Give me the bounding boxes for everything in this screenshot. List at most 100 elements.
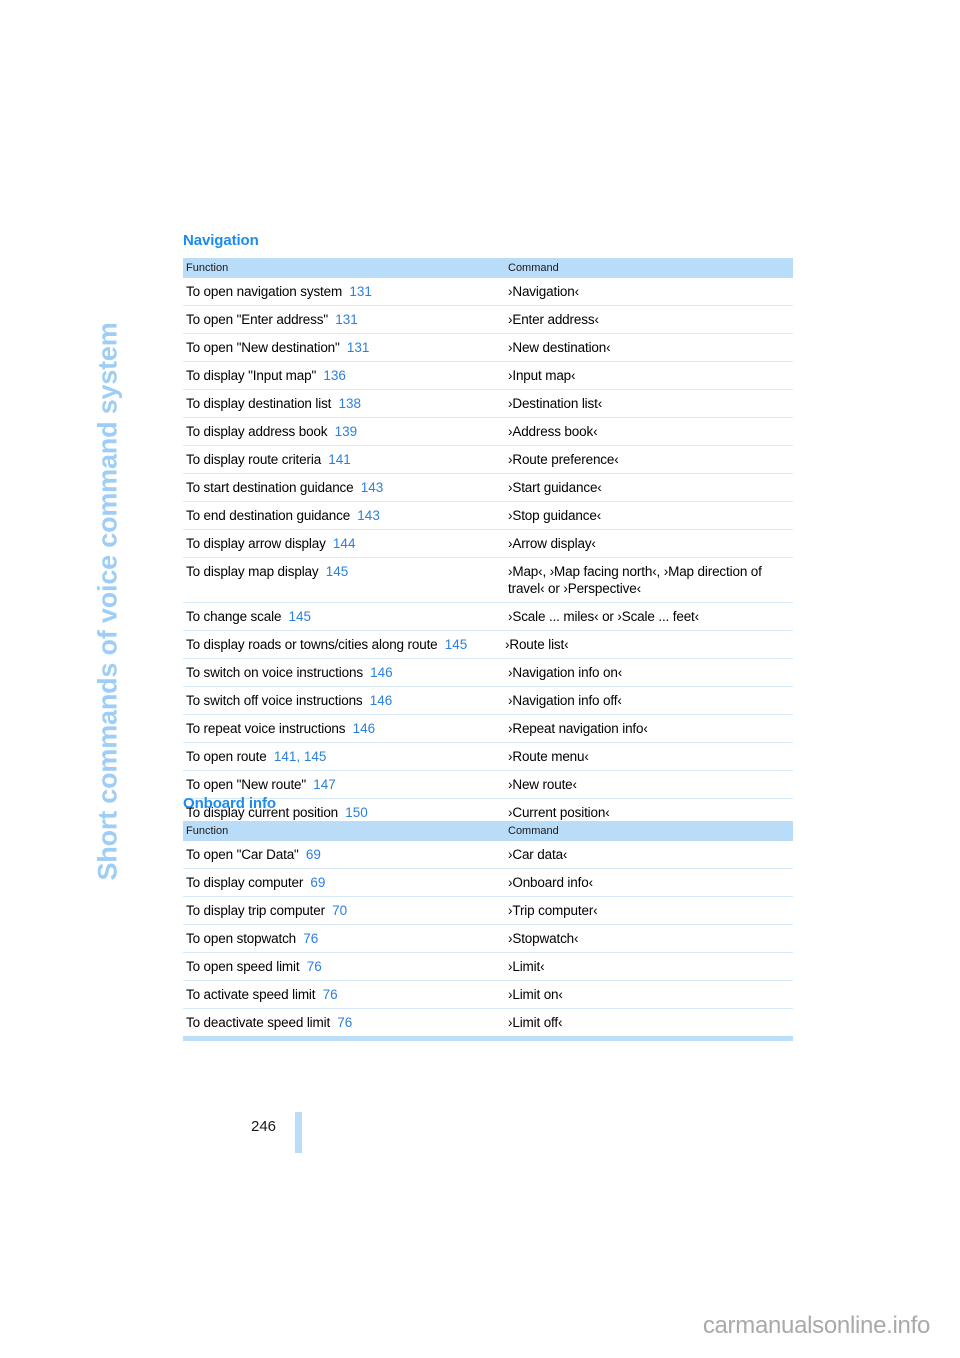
section-0: Navigation Function Command To open navigat… bbox=[183, 232, 793, 831]
page-reference[interactable]: 141, 145 bbox=[274, 749, 327, 764]
table-row: To display roads or towns/cities along r… bbox=[183, 630, 793, 659]
page-reference[interactable]: 139 bbox=[335, 424, 358, 439]
table-row: To open "Enter address" 131 ›Enter addres… bbox=[183, 305, 793, 334]
page-reference[interactable]: 69 bbox=[310, 875, 325, 890]
page-reference[interactable]: 131 bbox=[347, 340, 370, 355]
cell-command: ›New destination‹ bbox=[505, 333, 793, 362]
page-reference[interactable]: 146 bbox=[370, 665, 393, 680]
function-label: To display "Input map" bbox=[186, 368, 317, 383]
cell-function: To start destination guidance 143 bbox=[183, 473, 505, 502]
cell-command: ›Route preference‹ bbox=[505, 445, 793, 474]
chapter-side-title: Short commands of voice command system bbox=[0, 0, 180, 1358]
function-label: To open route bbox=[186, 749, 267, 764]
column-header-function: Function bbox=[183, 821, 505, 841]
cell-function: To display map display 145 bbox=[183, 557, 505, 603]
page-reference[interactable]: 144 bbox=[333, 536, 356, 551]
function-label: To switch off voice instructions bbox=[186, 693, 363, 708]
page-reference[interactable]: 76 bbox=[303, 931, 318, 946]
page-reference[interactable]: 141 bbox=[328, 452, 351, 467]
function-label: To open speed limit bbox=[186, 959, 300, 974]
function-label: To repeat voice instructions bbox=[186, 721, 346, 736]
page-reference[interactable]: 145 bbox=[289, 609, 312, 624]
table-header-row: Function Command bbox=[183, 258, 793, 278]
page-reference[interactable]: 145 bbox=[445, 637, 468, 652]
cell-function: To display trip computer 70 bbox=[183, 896, 505, 925]
column-header-function: Function bbox=[183, 258, 505, 278]
cell-function: To display roads or towns/cities along r… bbox=[183, 630, 505, 659]
cell-function: To display route criteria 141 bbox=[183, 445, 505, 474]
page-reference[interactable]: 76 bbox=[337, 1015, 352, 1030]
page-number: 246 bbox=[251, 1118, 277, 1135]
function-label: To display trip computer bbox=[186, 903, 325, 918]
cell-command: ›Stopwatch‹ bbox=[505, 924, 793, 953]
table-row: To switch off voice instructions 146 ›Nav… bbox=[183, 686, 793, 715]
cell-function: To open route 141, 145 bbox=[183, 742, 505, 771]
cell-command: ›Limit‹ bbox=[505, 952, 793, 981]
function-label: To open "New destination" bbox=[186, 340, 340, 355]
page-reference[interactable]: 70 bbox=[332, 903, 347, 918]
column-header-command: Command bbox=[505, 258, 793, 278]
cell-command: ›Onboard info‹ bbox=[505, 868, 793, 897]
page-reference[interactable]: 131 bbox=[349, 284, 372, 299]
cell-function: To open speed limit 76 bbox=[183, 952, 505, 981]
cell-command: ›Navigation info off‹ bbox=[505, 686, 793, 715]
table-row: To activate speed limit 76 ›Limit on‹ bbox=[183, 980, 793, 1009]
page-reference[interactable]: 145 bbox=[326, 564, 349, 579]
table-row: To display destination list 138 ›Destinat… bbox=[183, 389, 793, 418]
table-row: To open "Car Data" 69 ›Car data‹ bbox=[183, 841, 793, 869]
cell-function: To open stopwatch 76 bbox=[183, 924, 505, 953]
watermark: carmanualsonline.info bbox=[702, 1312, 930, 1339]
function-label: To open "Enter address" bbox=[186, 312, 328, 327]
table-row: To open navigation system 131 ›Navigation… bbox=[183, 278, 793, 306]
section-heading: Onboard info bbox=[183, 795, 276, 812]
function-label: To display computer bbox=[186, 875, 304, 890]
page-reference[interactable]: 131 bbox=[335, 312, 358, 327]
function-label: To deactivate speed limit bbox=[186, 1015, 331, 1030]
table-row: To repeat voice instructions 146 ›Repeat … bbox=[183, 714, 793, 743]
page-reference[interactable]: 76 bbox=[323, 987, 338, 1002]
cell-function: To switch on voice instructions 146 bbox=[183, 658, 505, 687]
function-label: To start destination guidance bbox=[186, 480, 354, 495]
cell-command: ›Destination list‹ bbox=[505, 389, 793, 418]
table-row: To display arrow display 144 ›Arrow displ… bbox=[183, 529, 793, 558]
cell-function: To display address book 139 bbox=[183, 417, 505, 446]
function-label: To switch on voice instructions bbox=[186, 665, 363, 680]
page-reference[interactable]: 69 bbox=[306, 847, 321, 862]
cell-command: ›Scale ... miles‹ or ›Scale ... feet‹ bbox=[505, 602, 793, 631]
page-reference[interactable]: 76 bbox=[307, 959, 322, 974]
function-label: To display roads or towns/cities along r… bbox=[186, 637, 438, 652]
function-label: To open "Car Data" bbox=[186, 847, 299, 862]
cell-command: ›Address book‹ bbox=[505, 417, 793, 446]
table-bottom-rule bbox=[183, 1036, 793, 1041]
page-reference[interactable]: 143 bbox=[361, 480, 384, 495]
table-row: To change scale 145 ›Scale ... miles‹ or … bbox=[183, 602, 793, 631]
cell-function: To display arrow display 144 bbox=[183, 529, 505, 558]
page-reference[interactable]: 138 bbox=[338, 396, 361, 411]
table-row: To display route criteria 141 ›Route pref… bbox=[183, 445, 793, 474]
function-label: To open navigation system bbox=[186, 284, 343, 299]
cell-function: To display "Input map" 136 bbox=[183, 361, 505, 390]
page-reference[interactable]: 143 bbox=[357, 508, 380, 523]
page-reference[interactable]: 136 bbox=[323, 368, 346, 383]
page-reference[interactable]: 147 bbox=[313, 777, 336, 792]
function-label: To display route criteria bbox=[186, 452, 322, 467]
commands-table: Function Command To open "Car Data" 69 ›Car… bbox=[183, 821, 793, 1036]
function-label: To open stopwatch bbox=[186, 931, 297, 946]
cell-function: To open "New destination" 131 bbox=[183, 333, 505, 362]
cell-function: To activate speed limit 76 bbox=[183, 980, 505, 1009]
cell-function: To repeat voice instructions 146 bbox=[183, 714, 505, 743]
cell-function: To deactivate speed limit 76 bbox=[183, 1009, 505, 1037]
page-reference[interactable]: 146 bbox=[370, 693, 393, 708]
cell-function: To open "Car Data" 69 bbox=[183, 841, 505, 869]
cell-command: ›Repeat navigation info‹ bbox=[505, 714, 793, 743]
table-row: To display address book 139 ›Address book… bbox=[183, 417, 793, 446]
page-number-bar bbox=[295, 1112, 302, 1153]
cell-command: ›Start guidance‹ bbox=[505, 473, 793, 502]
function-label: To display arrow display bbox=[186, 536, 326, 551]
function-label: To open "New route" bbox=[186, 777, 307, 792]
section-heading: Navigation bbox=[183, 232, 259, 249]
cell-function: To display computer 69 bbox=[183, 868, 505, 897]
page-reference[interactable]: 146 bbox=[353, 721, 376, 736]
cell-command: ›Limit off‹ bbox=[508, 1015, 563, 1030]
table-row: To deactivate speed limit 76 ›Limit off‹ bbox=[183, 1009, 793, 1037]
